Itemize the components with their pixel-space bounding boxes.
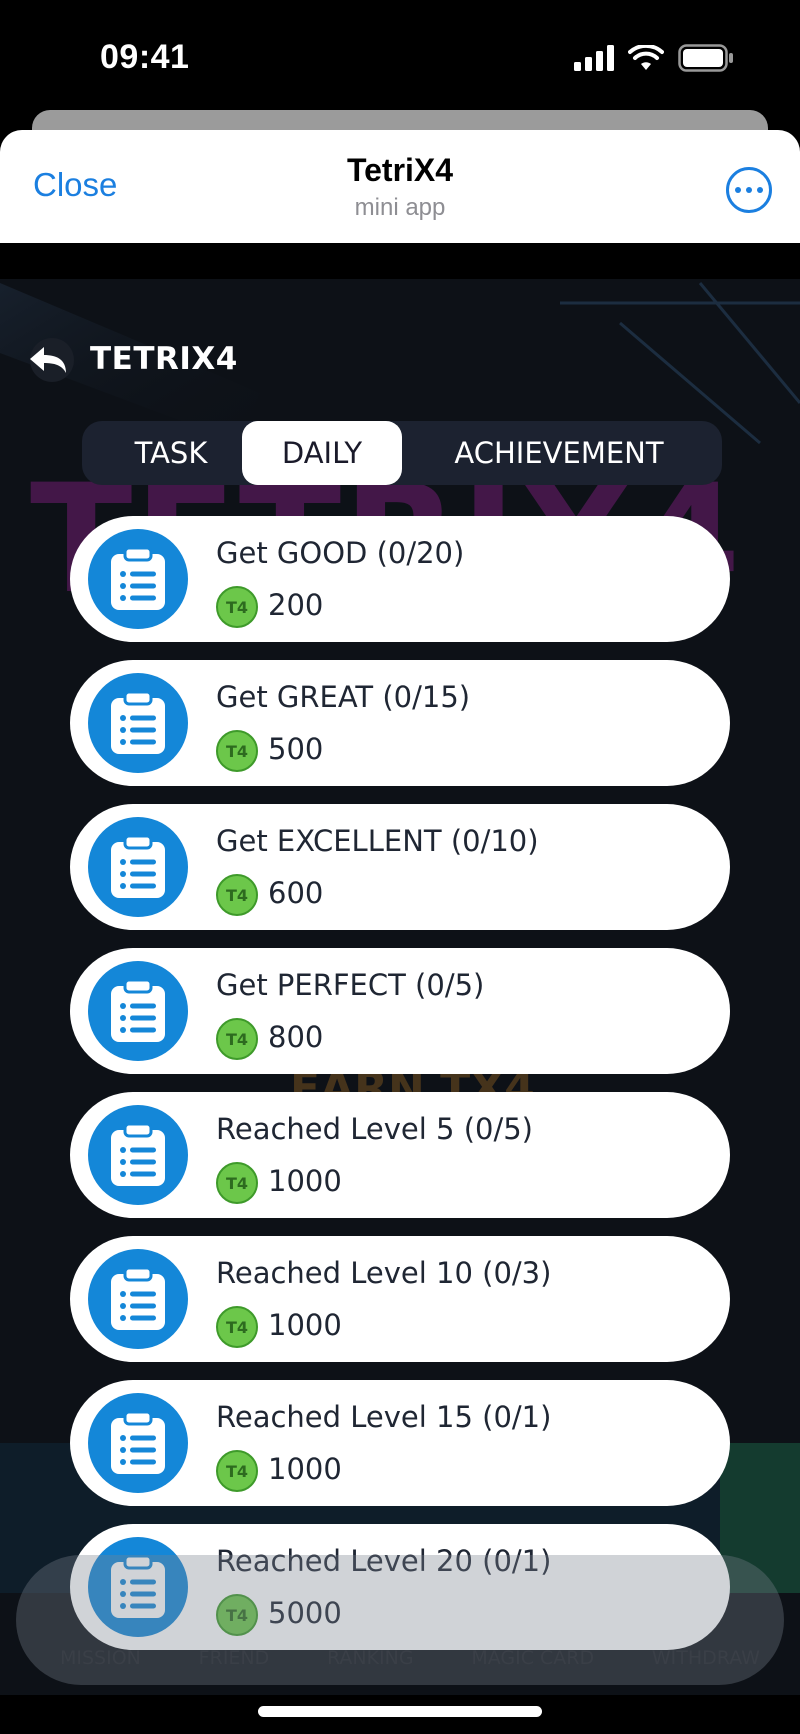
more-dot-icon [746,187,752,193]
status-icons [574,44,734,72]
battery-icon [678,44,733,72]
task-reward: 1000 [268,1452,342,1486]
task-title: Get EXCELLENT (0/10) [216,824,539,858]
wifi-icon [628,45,664,70]
clipboard-icon [88,1249,188,1349]
t4-coin-icon: T4 [216,586,258,628]
game-brand-title: TETRIX4 [90,341,238,377]
t4-coin-icon: T4 [216,1162,258,1204]
status-time: 09:41 [100,38,190,76]
task-item[interactable]: Reached Level 10 (0/3) T4 1000 [70,1236,730,1362]
clipboard-icon [88,961,188,1061]
task-item[interactable]: Reached Level 15 (0/1) T4 1000 [70,1380,730,1506]
task-title: Reached Level 10 (0/3) [216,1256,552,1290]
task-reward: 200 [268,588,324,622]
nav-item-ranking[interactable]: RANKING [327,1647,414,1669]
mission-tabs: TASK DAILY ACHIEVEMENT [82,421,722,485]
clipboard-icon [88,673,188,773]
tab-task[interactable]: TASK [96,421,246,485]
task-reward: 1000 [268,1164,342,1198]
task-title: Get GOOD (0/20) [216,536,465,570]
nav-item-magic-card[interactable]: MAGIC CARD [471,1647,594,1669]
more-dot-icon [757,187,763,193]
clipboard-icon [88,817,188,917]
clipboard-icon [88,1393,188,1493]
task-title: Reached Level 5 (0/5) [216,1112,533,1146]
more-options-button[interactable] [726,167,772,213]
task-title: Get GREAT (0/15) [216,680,471,714]
task-item[interactable]: Get PERFECT (0/5) T4 800 [70,948,730,1074]
cellular-signal-icon [574,45,614,71]
task-item[interactable]: Get EXCELLENT (0/10) T4 600 [70,804,730,930]
app-title: TetriX4 [346,152,454,188]
t4-coin-icon: T4 [216,1018,258,1060]
clipboard-icon [88,529,188,629]
task-item[interactable]: Get GOOD (0/20) T4 200 [70,516,730,642]
task-reward: 500 [268,732,324,766]
task-title: Reached Level 15 (0/1) [216,1400,552,1434]
task-reward: 800 [268,1020,324,1054]
task-reward: 1000 [268,1308,342,1342]
tab-daily[interactable]: DAILY [242,421,402,485]
back-arrow-icon[interactable] [26,335,86,385]
task-title: Get PERFECT (0/5) [216,968,485,1002]
t4-coin-icon: T4 [216,1450,258,1492]
task-item[interactable]: Reached Level 5 (0/5) T4 1000 [70,1092,730,1218]
task-item[interactable]: Get GREAT (0/15) T4 500 [70,660,730,786]
mini-app-header: Close TetriX4 mini app [0,130,800,243]
home-indicator[interactable] [258,1706,542,1717]
more-dot-icon [735,187,741,193]
app-subtitle: mini app [354,194,446,221]
game-view: TETRIX4 EARN TX4 TETRIX4 TASK DAILY ACHI… [0,243,800,1695]
t4-coin-icon: T4 [216,730,258,772]
nav-item-friend[interactable]: FRIEND [199,1647,270,1669]
nav-item-withdraw[interactable]: WITHDRAW [652,1647,760,1669]
task-reward: 600 [268,876,324,910]
t4-coin-icon: T4 [216,1306,258,1348]
t4-coin-icon: T4 [216,874,258,916]
nav-item-mission[interactable]: MISSION [60,1647,141,1669]
bottom-nav-labels: MISSION FRIEND RANKING MAGIC CARD WITHDR… [60,1647,760,1669]
clipboard-icon [88,1105,188,1205]
tab-achievement[interactable]: ACHIEVEMENT [404,421,714,485]
status-bar: 09:41 [0,0,800,112]
